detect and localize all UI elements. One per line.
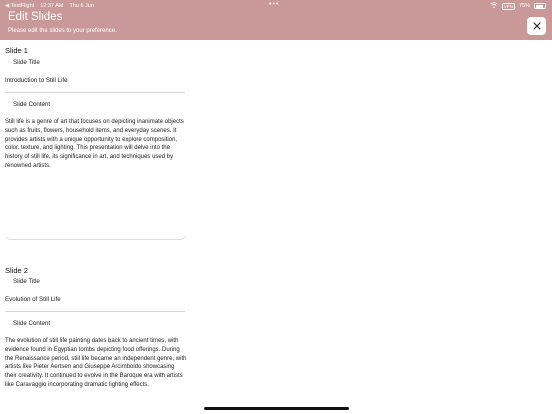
slides-list[interactable]: Slide 1 Slide Title Introduction to Stil… <box>0 40 552 414</box>
battery-icon <box>534 3 546 9</box>
multitasking-dots[interactable]: ••• <box>269 1 279 8</box>
vpn-badge: VPN <box>501 2 515 10</box>
close-icon <box>532 17 541 35</box>
slide-content-border <box>5 234 186 240</box>
slide-content-input[interactable]: The evolution of still life painting dat… <box>5 337 187 390</box>
slide-content-label: Slide Content <box>13 320 51 327</box>
slide-title-input[interactable]: Introduction to Still Life <box>5 77 68 84</box>
status-date: Thu 6 Jun <box>69 3 94 9</box>
slide-title-underline <box>5 92 185 93</box>
status-time: 12:37 AM <box>40 3 64 9</box>
back-to-app-link[interactable]: ◀ TestFlight <box>5 3 34 9</box>
close-button[interactable] <box>527 17 546 35</box>
battery-percent: 75% <box>518 3 530 9</box>
page-subtitle: Please edit the slides to your preferenc… <box>8 28 117 34</box>
slide-title-label: Slide Title <box>13 59 40 66</box>
slide-title-label: Slide Title <box>13 278 40 285</box>
home-indicator[interactable] <box>204 407 349 410</box>
slide-heading: Slide 1 <box>5 46 28 55</box>
slide-title-input[interactable]: Evolution of Still Life <box>5 296 61 303</box>
slide-card: Slide 1 Slide Title Introduction to Stil… <box>0 40 190 250</box>
status-bar: ◀ TestFlight 12:37 AM Thu 6 Jun ••• VPN … <box>0 0 552 12</box>
slide-heading: Slide 2 <box>5 266 28 275</box>
header-bar: ◀ TestFlight 12:37 AM Thu 6 Jun ••• VPN … <box>0 0 552 40</box>
slide-content-label: Slide Content <box>13 101 51 108</box>
slide-card: Slide 2 Slide Title Evolution of Still L… <box>0 259 190 414</box>
wifi-icon <box>489 2 498 10</box>
slide-title-underline <box>5 311 185 312</box>
slide-content-input[interactable]: Still life is a genre of art that focuse… <box>5 118 187 171</box>
battery-level <box>535 4 543 9</box>
page-title: Edit Slides <box>8 11 63 23</box>
